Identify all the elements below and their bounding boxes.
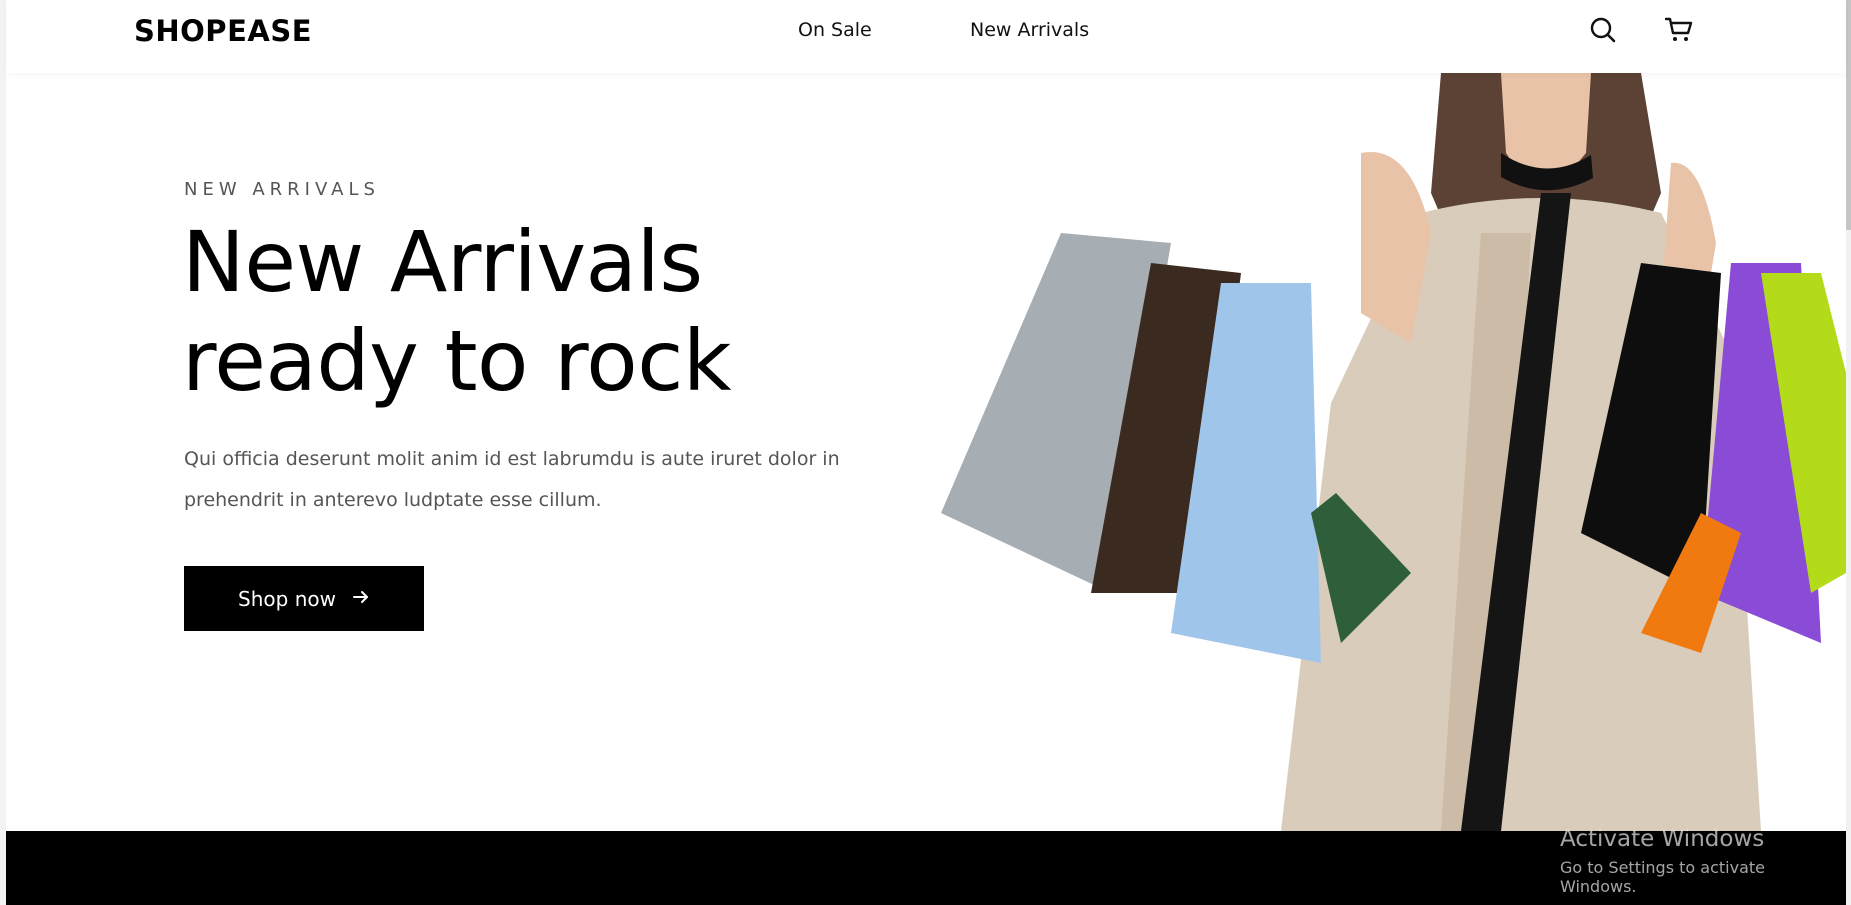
shop-now-label: Shop now xyxy=(238,586,336,611)
watermark-title: Activate Windows xyxy=(1560,826,1765,852)
hero-headline-line-2: ready to rock xyxy=(182,312,732,410)
nav-link-new-arrivals[interactable]: New Arrivals xyxy=(970,19,1089,41)
arrow-right-icon xyxy=(352,587,370,611)
nav-link-on-sale[interactable]: On Sale xyxy=(798,19,872,41)
hero-section: NEW ARRIVALS New Arrivals ready to rock … xyxy=(6,73,1846,831)
site-header: SHOPEASE On Sale New Arrivals xyxy=(6,0,1846,73)
scrollbar-thumb[interactable] xyxy=(1846,0,1851,230)
watermark-subtitle: Go to Settings to activate Windows. xyxy=(1560,858,1765,896)
browser-viewport: SHOPEASE On Sale New Arrivals NEW ARRIVA… xyxy=(6,0,1846,905)
search-icon[interactable] xyxy=(1587,14,1619,46)
windows-activation-watermark: Activate Windows Go to Settings to activ… xyxy=(1560,826,1846,896)
hero-image-shopping-woman xyxy=(941,73,1846,831)
shop-now-button[interactable]: Shop now xyxy=(184,566,424,631)
hero-headline-line-1: New Arrivals xyxy=(182,213,703,311)
page: SHOPEASE On Sale New Arrivals NEW ARRIVA… xyxy=(0,0,1851,905)
site-logo[interactable]: SHOPEASE xyxy=(134,14,312,48)
hero-description: Qui officia deserunt molit anim id est l… xyxy=(184,448,840,511)
page-scrollbar[interactable] xyxy=(1846,0,1851,905)
hero-eyebrow: NEW ARRIVALS xyxy=(184,179,380,200)
cart-icon[interactable] xyxy=(1663,14,1695,46)
hero-headline: New Arrivals ready to rock xyxy=(182,213,882,411)
